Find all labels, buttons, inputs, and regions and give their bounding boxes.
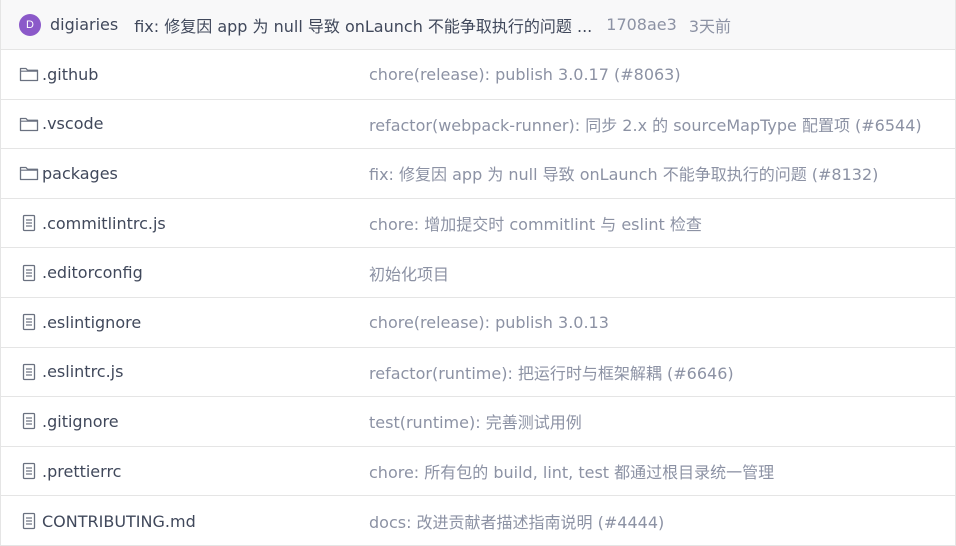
file-row[interactable]: .vscode refactor(webpack-runner): 同步 2.x …: [1, 100, 955, 150]
file-commit-message-link[interactable]: chore: 所有包的 build, lint, test 都通过根目录统一管理: [369, 459, 774, 483]
file-name-link[interactable]: .eslintignore: [42, 313, 141, 332]
file-icon: [19, 213, 39, 233]
file-icon: [19, 511, 39, 531]
file-icon: [19, 461, 39, 481]
file-name-link[interactable]: packages: [42, 164, 118, 183]
file-name-link[interactable]: .github: [42, 65, 98, 84]
file-commit-message-link[interactable]: docs: 改进贡献者描述指南说明 (#4444): [369, 509, 664, 533]
file-row[interactable]: .commitlintrc.js chore: 增加提交时 commitlint …: [1, 199, 955, 249]
file-icon: [19, 411, 39, 431]
file-name-link[interactable]: CONTRIBUTING.md: [42, 512, 196, 531]
file-commit-message-link[interactable]: fix: 修复因 app 为 null 导致 onLaunch 不能争取执行的问…: [369, 161, 878, 185]
latest-commit-bar: D digiaries fix: 修复因 app 为 null 导致 onLau…: [1, 0, 955, 50]
file-commit-message-link[interactable]: test(runtime): 完善测试用例: [369, 409, 582, 433]
file-name-link[interactable]: .prettierrc: [42, 462, 121, 481]
commit-message[interactable]: fix: 修复因 app 为 null 导致 onLaunch 不能争取执行的问…: [134, 13, 592, 37]
file-list: .github chore(release): publish 3.0.17 (#…: [1, 50, 955, 546]
file-icon: [19, 263, 39, 283]
file-row[interactable]: .editorconfig 初始化项目: [1, 248, 955, 298]
file-icon: [19, 362, 39, 382]
file-browser: D digiaries fix: 修复因 app 为 null 导致 onLau…: [0, 0, 956, 546]
folder-icon: [19, 163, 39, 183]
file-name-link[interactable]: .commitlintrc.js: [42, 214, 166, 233]
avatar[interactable]: D: [19, 13, 41, 36]
file-commit-message-link[interactable]: refactor(webpack-runner): 同步 2.x 的 sourc…: [369, 112, 922, 136]
file-name-link[interactable]: .eslintrc.js: [42, 362, 123, 381]
file-row[interactable]: .gitignore test(runtime): 完善测试用例: [1, 397, 955, 447]
file-commit-message-link[interactable]: chore(release): publish 3.0.13: [369, 313, 609, 332]
folder-icon: [19, 114, 39, 134]
file-name-link[interactable]: .editorconfig: [42, 263, 143, 282]
file-icon: [19, 312, 39, 332]
file-row[interactable]: .eslintrc.js refactor(runtime): 把运行时与框架解耦…: [1, 348, 955, 398]
file-row[interactable]: .prettierrc chore: 所有包的 build, lint, test…: [1, 447, 955, 497]
file-commit-message-link[interactable]: refactor(runtime): 把运行时与框架解耦 (#6646): [369, 360, 734, 384]
folder-icon: [19, 64, 39, 84]
file-name-link[interactable]: .vscode: [42, 114, 103, 133]
commit-sha[interactable]: 1708ae3: [606, 15, 677, 34]
file-row[interactable]: CONTRIBUTING.md docs: 改进贡献者描述指南说明 (#4444): [1, 496, 955, 546]
file-name-link[interactable]: .gitignore: [42, 412, 119, 431]
file-row[interactable]: .eslintignore chore(release): publish 3.0…: [1, 298, 955, 348]
file-row[interactable]: packages fix: 修复因 app 为 null 导致 onLaunch …: [1, 149, 955, 199]
file-commit-message-link[interactable]: 初始化项目: [369, 261, 449, 285]
file-commit-message-link[interactable]: chore: 增加提交时 commitlint 与 eslint 检查: [369, 211, 702, 235]
file-row[interactable]: .github chore(release): publish 3.0.17 (#…: [1, 50, 955, 100]
file-commit-message-link[interactable]: chore(release): publish 3.0.17 (#8063): [369, 65, 681, 84]
commit-author[interactable]: digiaries: [50, 15, 118, 34]
commit-time: 3天前: [688, 16, 731, 36]
